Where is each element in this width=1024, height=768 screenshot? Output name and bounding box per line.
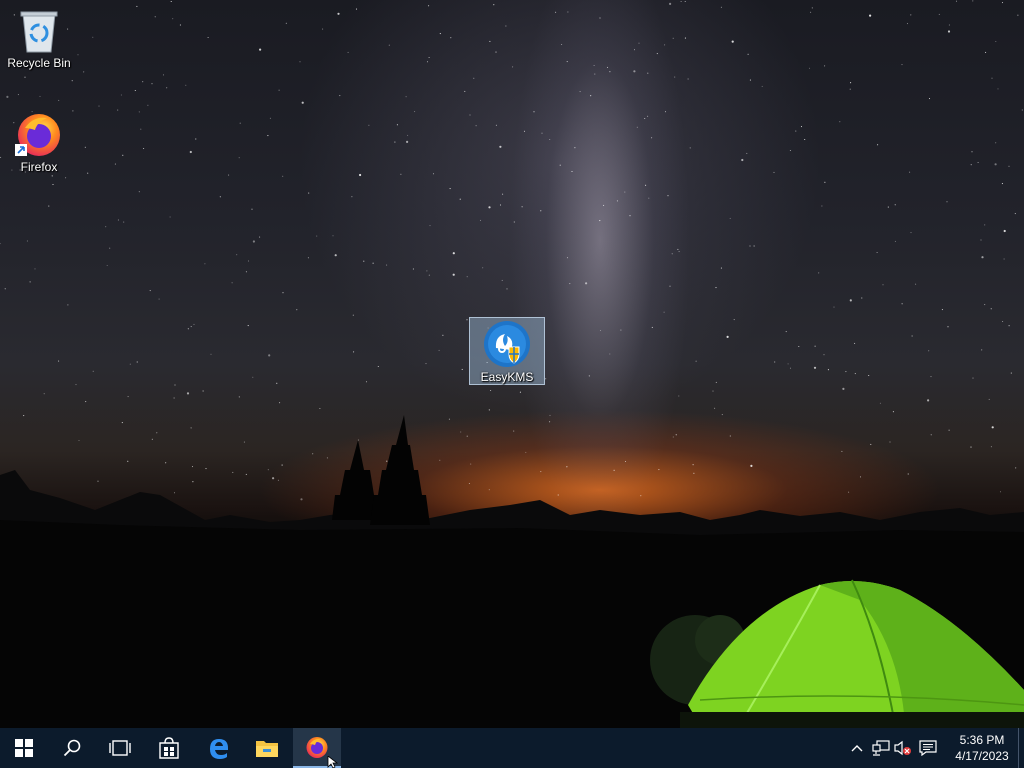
action-center-icon <box>919 740 937 756</box>
task-view-icon <box>109 740 131 756</box>
edge-icon <box>210 739 228 759</box>
task-view-button[interactable] <box>96 728 144 768</box>
firefox-icon <box>306 737 328 758</box>
clock-date: 4/17/2023 <box>955 749 1009 763</box>
action-center-button[interactable] <box>919 739 937 757</box>
network-button[interactable] <box>872 739 890 757</box>
firefox-icon <box>15 114 60 156</box>
recycle-bin-icon <box>20 11 58 53</box>
windows-start-icon <box>15 739 33 757</box>
start-button[interactable] <box>0 728 48 768</box>
desktop-icon-easykms[interactable]: EasyKMS <box>469 317 545 385</box>
edge-button[interactable] <box>195 728 243 768</box>
store-icon <box>159 737 179 759</box>
chevron-up-icon <box>851 745 863 752</box>
easykms-icon <box>484 321 530 367</box>
desktop-icon-firefox[interactable]: Firefox <box>1 110 77 174</box>
file-explorer-icon <box>256 741 278 757</box>
recycle-bin-label: Recycle Bin <box>7 56 71 70</box>
clock-time: 5:36 PM <box>959 733 1005 747</box>
search-icon <box>63 739 81 757</box>
show-hidden-icons-button[interactable] <box>848 739 866 757</box>
volume-button[interactable] <box>894 739 912 757</box>
show-desktop-button[interactable] <box>1018 728 1024 768</box>
desktop-icon-recycle-bin[interactable]: Recycle Bin <box>1 6 77 70</box>
easykms-label: EasyKMS <box>480 370 534 384</box>
mouse-cursor-icon <box>327 756 338 768</box>
system-tray: 5:36 PM 4/17/2023 <box>844 728 1024 768</box>
firefox-label: Firefox <box>20 160 58 174</box>
search-button[interactable] <box>48 728 96 768</box>
network-icon <box>872 740 890 756</box>
clock[interactable]: 5:36 PM 4/17/2023 <box>952 732 1012 764</box>
taskbar: 5:36 PM 4/17/2023 <box>0 728 1024 768</box>
volume-muted-icon <box>894 740 911 756</box>
store-button[interactable] <box>145 728 193 768</box>
file-explorer-button[interactable] <box>243 728 291 768</box>
